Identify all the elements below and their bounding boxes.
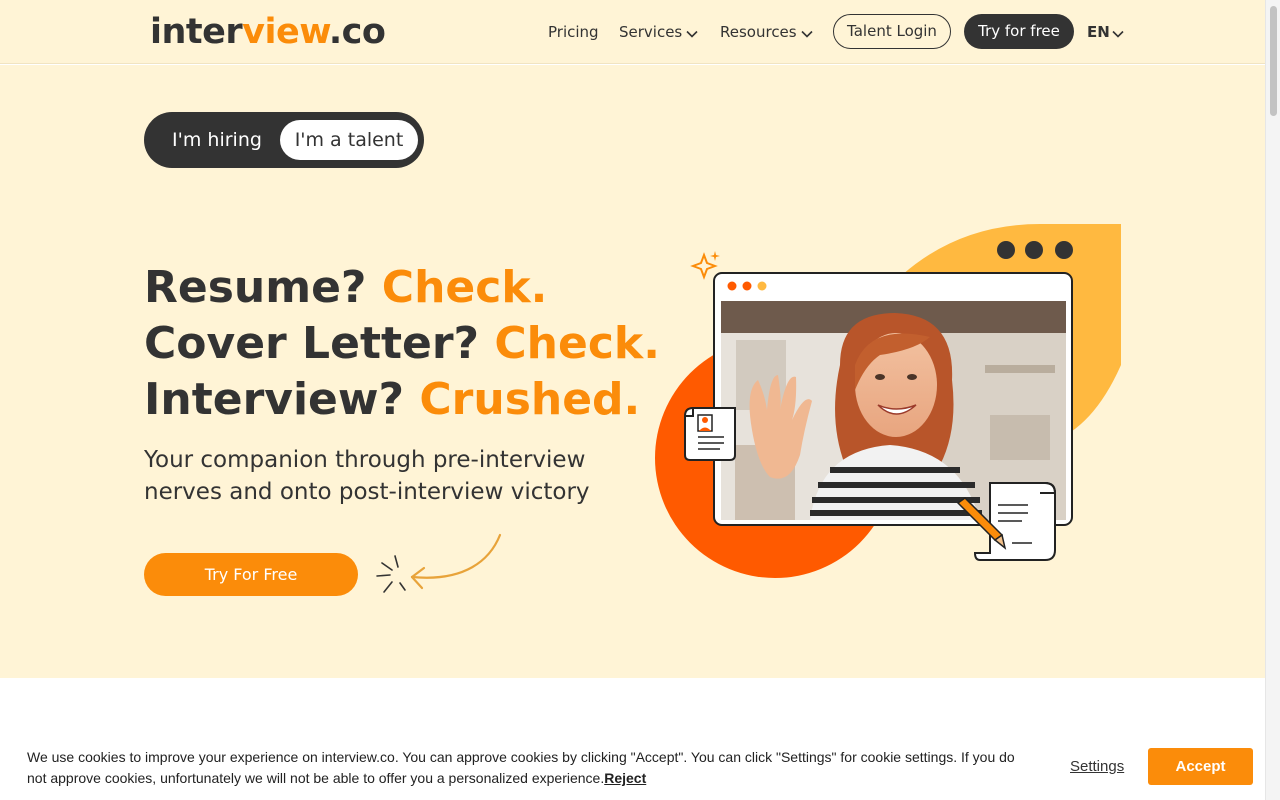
arrow-doodle-icon [370, 530, 510, 604]
nav-services-label: Services [619, 23, 683, 41]
headline-text: Cover Letter? [144, 318, 495, 369]
logo-part-3: .co [328, 12, 386, 52]
try-for-free-cta[interactable]: Try For Free [144, 553, 358, 596]
page-scrollbar[interactable] [1265, 0, 1280, 800]
talent-login-button[interactable]: Talent Login [833, 14, 951, 49]
nav-pricing[interactable]: Pricing [548, 20, 599, 44]
resume-document-icon [683, 406, 736, 461]
try-for-free-button[interactable]: Try for free [964, 14, 1074, 49]
toggle-hiring[interactable]: I'm hiring [152, 120, 282, 160]
headline-line: Interview? Crushed. [144, 372, 660, 428]
hero-illustration [640, 215, 1125, 584]
nav-resources[interactable]: Resources [720, 20, 813, 45]
language-selector[interactable]: EN [1087, 20, 1124, 45]
site-header: interview.co Pricing Services Resources … [0, 0, 1265, 64]
headline-highlight: Check. [494, 318, 660, 369]
language-label: EN [1087, 23, 1110, 41]
nav-services[interactable]: Services [619, 20, 698, 45]
cookie-settings-link[interactable]: Settings [1070, 758, 1124, 775]
headline-text: Resume? [144, 262, 382, 313]
nav-pricing-label: Pricing [548, 23, 599, 41]
cookie-text: We use cookies to improve your experienc… [27, 749, 1015, 786]
cookie-reject-link[interactable]: Reject [604, 770, 646, 786]
chevron-down-icon [686, 21, 698, 45]
headline-line: Resume? Check. [144, 260, 660, 316]
cookie-accept-button[interactable]: Accept [1148, 748, 1253, 785]
nav-resources-label: Resources [720, 23, 797, 41]
chevron-down-icon [1112, 21, 1124, 45]
logo-part-1: inter [150, 12, 243, 52]
logo-part-2: view [242, 12, 329, 52]
audience-toggle: I'm hiring I'm a talent [144, 112, 424, 168]
chevron-down-icon [801, 21, 813, 45]
toggle-talent[interactable]: I'm a talent [280, 120, 418, 160]
hero-headline: Resume? Check. Cover Letter? Check. Inte… [144, 260, 660, 428]
headline-highlight: Crushed. [419, 374, 641, 425]
headline-highlight: Check. [381, 262, 548, 313]
sparkle-icon [690, 252, 718, 280]
headline-text: Interview? [144, 374, 420, 425]
scrollbar-thumb[interactable] [1270, 6, 1277, 116]
cookie-banner: We use cookies to improve your experienc… [0, 730, 1265, 800]
cookie-message: We use cookies to improve your experienc… [27, 747, 1037, 789]
headline-line: Cover Letter? Check. [144, 316, 660, 372]
logo[interactable]: interview.co [150, 10, 386, 54]
hero-subtitle: Your companion through pre-interview ner… [144, 447, 590, 505]
